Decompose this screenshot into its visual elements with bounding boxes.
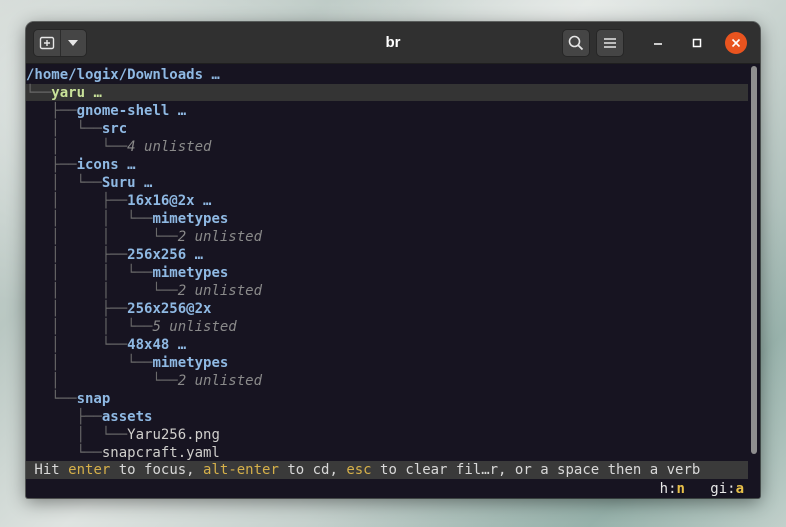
tree-entry-label: 4 unlisted bbox=[127, 139, 212, 155]
tree-entry-label: 48x48 … bbox=[127, 337, 187, 353]
flag-value: a bbox=[735, 481, 744, 497]
tree-branch: │ │ └── bbox=[26, 283, 178, 299]
tree-branch: │ └── bbox=[26, 337, 128, 353]
new-tab-button[interactable] bbox=[34, 30, 61, 56]
tree-dir-row[interactable]: │ │ └──mimetypes bbox=[26, 264, 228, 282]
tree-branch: ├── bbox=[26, 409, 102, 425]
tree-branch: │ │ └── bbox=[26, 211, 153, 227]
tab-button-group bbox=[33, 29, 87, 57]
tree-entry-label: 2 unlisted bbox=[177, 229, 263, 245]
tree-entry-label: 256x256 … bbox=[127, 247, 204, 263]
tree-branch: │ └── bbox=[26, 121, 102, 137]
tree-branch: │ │ └── bbox=[26, 319, 153, 335]
tree-dir-row[interactable]: ├──icons … bbox=[26, 156, 136, 174]
menu-button[interactable] bbox=[596, 29, 624, 57]
minimize-icon bbox=[654, 43, 662, 45]
minimize-button[interactable] bbox=[647, 32, 669, 54]
tree-entry-label: assets bbox=[101, 409, 153, 425]
tree-dir-row[interactable]: │ └──src bbox=[26, 120, 127, 138]
scrollbar-thumb[interactable] bbox=[751, 66, 757, 454]
tree-entry-label: mimetypes bbox=[152, 355, 229, 371]
tree-dir-row[interactable]: │ ├──16x16@2x … bbox=[26, 192, 211, 210]
tree-entry-label: gnome-shell … bbox=[76, 103, 187, 119]
tree-entry-label: snapcraft.yaml bbox=[101, 445, 220, 461]
tree-entry-label: 256x256@2x bbox=[127, 301, 212, 317]
status-text: Hit bbox=[26, 462, 69, 478]
tree-branch: │ └── bbox=[26, 373, 178, 389]
unlisted-count: │ └──2 unlisted bbox=[26, 372, 262, 390]
tree-entry-label: 2 unlisted bbox=[177, 373, 263, 389]
close-button[interactable] bbox=[725, 32, 747, 54]
status-keybinding: alt-enter bbox=[203, 462, 279, 478]
search-icon bbox=[568, 35, 584, 51]
maximize-button[interactable] bbox=[686, 32, 708, 54]
tree-entry-label: snap bbox=[76, 391, 111, 407]
tree-entry-label: 5 unlisted bbox=[152, 319, 237, 335]
status-keybinding: enter bbox=[68, 462, 111, 478]
status-text: to focus, bbox=[110, 462, 204, 478]
tree-branch: │ │ └── bbox=[26, 265, 153, 281]
selected-row-highlight bbox=[26, 84, 748, 101]
unlisted-count: │ │ └──2 unlisted bbox=[26, 282, 262, 300]
chevron-down-icon bbox=[68, 40, 79, 46]
tree-dir-row[interactable]: ├──gnome-shell … bbox=[26, 102, 186, 120]
header-bar: br bbox=[26, 22, 760, 64]
terminal-view[interactable]: /home/logix/Downloads … └──yaru … ├──gno… bbox=[26, 64, 748, 498]
tree-branch: ├── bbox=[26, 157, 77, 173]
tree-entry-label: icons … bbox=[76, 157, 136, 173]
tree-entry-label: 16x16@2x … bbox=[127, 193, 212, 209]
status-text: to clear fil…r, or a space then a verb bbox=[371, 462, 701, 478]
tree-branch: │ ├── bbox=[26, 247, 128, 263]
flag-key: h: bbox=[659, 481, 677, 497]
maximize-icon bbox=[692, 38, 702, 48]
new-tab-icon bbox=[39, 36, 55, 50]
tree-entry-label: yaru … bbox=[51, 85, 102, 101]
tree-dir-row[interactable]: │ ├──256x256@2x bbox=[26, 300, 211, 318]
tree-branch: └── bbox=[26, 85, 52, 101]
flag-value: n bbox=[676, 481, 685, 497]
tree-entry-label: mimetypes bbox=[152, 211, 229, 227]
tree-entry-label: mimetypes bbox=[152, 265, 229, 281]
tab-dropdown-button[interactable] bbox=[61, 30, 86, 56]
flag-key: gi: bbox=[710, 481, 736, 497]
tree-branch: │ └── bbox=[26, 175, 102, 191]
tree-dir-row[interactable]: │ ├──256x256 … bbox=[26, 246, 203, 264]
tree-branch: └── bbox=[26, 391, 77, 407]
tree-file-row[interactable]: └──snapcraft.yaml bbox=[26, 444, 220, 462]
hamburger-menu-icon bbox=[604, 38, 616, 48]
tree-dir-row[interactable]: │ └──mimetypes bbox=[26, 354, 228, 372]
filter-input-line[interactable]: ya h:n gi:a bbox=[26, 480, 748, 498]
tree-entry-label: src bbox=[101, 121, 128, 137]
status-keybinding: esc bbox=[346, 462, 372, 478]
unlisted-count: │ │ └──5 unlisted bbox=[26, 318, 237, 336]
tree-branch: │ └── bbox=[26, 355, 153, 371]
close-icon bbox=[731, 38, 741, 48]
flags-indicator: h:n gi:a bbox=[660, 480, 744, 498]
tree-branch: │ └── bbox=[26, 139, 128, 155]
tree-file-row[interactable]: │ └──Yaru256.png bbox=[26, 426, 220, 444]
tree-branch: ├── bbox=[26, 103, 77, 119]
scrollbar[interactable] bbox=[748, 64, 760, 498]
status-bar: Hit enter to focus, alt-enter to cd, esc… bbox=[26, 461, 748, 479]
tree-dir-row[interactable]: ├──assets bbox=[26, 408, 153, 426]
tree-dir-row[interactable]: └──snap bbox=[26, 390, 110, 408]
status-text: to cd, bbox=[278, 462, 347, 478]
terminal-window: br /home/logix/Downloads … └──yaru … ├──… bbox=[26, 22, 760, 498]
tree-branch: │ │ └── bbox=[26, 229, 178, 245]
tree-dir-row[interactable]: │ └──48x48 … bbox=[26, 336, 186, 354]
tree-branch: │ └── bbox=[26, 427, 128, 443]
tree-branch: └── bbox=[26, 445, 102, 461]
tree-entry-label: 2 unlisted bbox=[177, 283, 263, 299]
tree-dir-row[interactable]: │ └──Suru … bbox=[26, 174, 152, 192]
tree-branch: │ ├── bbox=[26, 193, 128, 209]
unlisted-count: │ │ └──2 unlisted bbox=[26, 228, 262, 246]
root-path[interactable]: /home/logix/Downloads … bbox=[26, 66, 220, 84]
tree-entry-label: Yaru256.png bbox=[127, 427, 220, 443]
unlisted-count: │ └──4 unlisted bbox=[26, 138, 211, 156]
tree-dir-row[interactable]: │ │ └──mimetypes bbox=[26, 210, 228, 228]
tree-entry-label: Suru … bbox=[101, 175, 153, 191]
tree-dir-row[interactable]: └──yaru … bbox=[26, 84, 102, 102]
search-button[interactable] bbox=[562, 29, 590, 57]
tree-branch: │ ├── bbox=[26, 301, 128, 317]
